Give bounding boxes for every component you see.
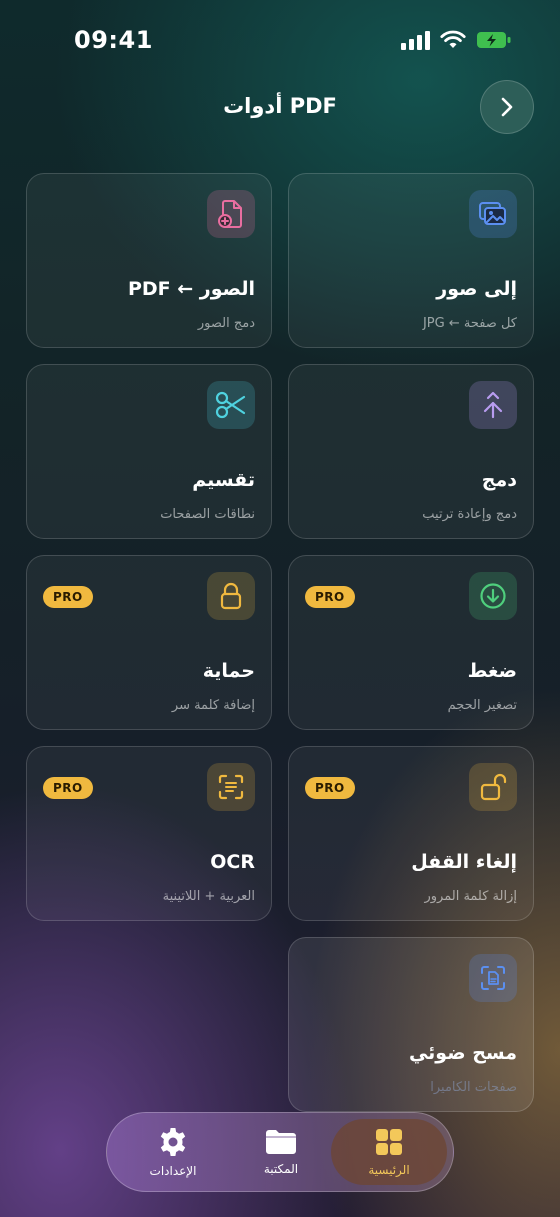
unlock-icon	[469, 763, 517, 811]
card-title: دمج	[481, 469, 517, 491]
tool-card-images-to-pdf[interactable]: الصور ← PDF دمج الصور	[26, 173, 272, 348]
page-title: أدوات PDF	[223, 94, 337, 118]
card-title: مسح ضوئي	[408, 1042, 517, 1064]
chevron-right-icon	[501, 97, 513, 117]
tab-library[interactable]: المكتبة	[223, 1119, 339, 1185]
tool-card-split[interactable]: تقسيم نطاقات الصفحات	[26, 364, 272, 539]
pro-badge: PRO	[305, 586, 355, 608]
merge-icon	[469, 381, 517, 429]
card-subtitle: كل صفحة ← JPG	[422, 316, 517, 331]
tab-settings[interactable]: الإعدادات	[115, 1119, 231, 1185]
text-scan-icon	[207, 763, 255, 811]
tool-card-compress[interactable]: PRO ضغط تصغير الحجم	[288, 555, 534, 730]
app-header: أدوات PDF	[0, 80, 560, 134]
card-subtitle: نطاقات الصفحات	[160, 507, 255, 522]
tab-home[interactable]: الرئيسية	[331, 1119, 447, 1185]
card-title: ضغط	[467, 660, 517, 682]
card-subtitle: دمج الصور	[197, 316, 255, 331]
cellular-signal-icon	[401, 30, 430, 50]
tab-label: الإعدادات	[149, 1164, 197, 1178]
battery-charging-icon	[477, 32, 511, 48]
card-subtitle: إزالة كلمة المرور	[424, 889, 518, 904]
download-circle-icon	[469, 572, 517, 620]
tool-card-pdf-to-images[interactable]: إلى صور كل صفحة ← JPG	[288, 173, 534, 348]
card-title: الصور ← PDF	[127, 278, 255, 300]
file-add-icon	[207, 190, 255, 238]
card-title: حماية	[202, 660, 255, 682]
card-subtitle: تصغير الحجم	[447, 698, 517, 713]
card-subtitle: صفحات الكاميرا	[430, 1080, 517, 1095]
card-title: تقسيم	[192, 469, 255, 491]
wifi-icon	[440, 30, 466, 48]
pro-badge: PRO	[305, 777, 355, 799]
status-bar: 09:41	[0, 0, 560, 84]
tool-card-merge[interactable]: دمج دمج وإعادة ترتيب	[288, 364, 534, 539]
scissors-icon	[207, 381, 255, 429]
gear-icon	[160, 1128, 186, 1156]
document-scan-icon	[469, 954, 517, 1002]
card-subtitle: العربية + اللاتينية	[162, 889, 255, 904]
card-subtitle: دمج وإعادة ترتيب	[422, 507, 517, 522]
images-icon	[469, 190, 517, 238]
card-subtitle: إضافة كلمة سر	[171, 698, 255, 713]
tool-card-ocr[interactable]: PRO OCR العربية + اللاتينية	[26, 746, 272, 921]
tool-card-protect[interactable]: PRO حماية إضافة كلمة سر	[26, 555, 272, 730]
status-time: 09:41	[74, 26, 153, 54]
grid-icon	[376, 1129, 402, 1155]
card-title: إلغاء القفل	[411, 851, 517, 873]
status-icons	[401, 30, 512, 50]
pro-badge: PRO	[43, 586, 93, 608]
bottom-tab-bar: الإعدادات المكتبة الرئيسية	[106, 1112, 454, 1192]
pro-badge: PRO	[43, 777, 93, 799]
lock-icon	[207, 572, 255, 620]
tab-label: الرئيسية	[368, 1163, 410, 1177]
folder-icon	[266, 1130, 296, 1154]
tool-card-unlock[interactable]: PRO إلغاء القفل إزالة كلمة المرور	[288, 746, 534, 921]
card-title: إلى صور	[436, 278, 517, 300]
card-title: OCR	[210, 851, 255, 873]
tool-card-scan[interactable]: مسح ضوئي صفحات الكاميرا	[288, 937, 534, 1112]
tab-label: المكتبة	[263, 1162, 299, 1176]
forward-button[interactable]	[480, 80, 534, 134]
